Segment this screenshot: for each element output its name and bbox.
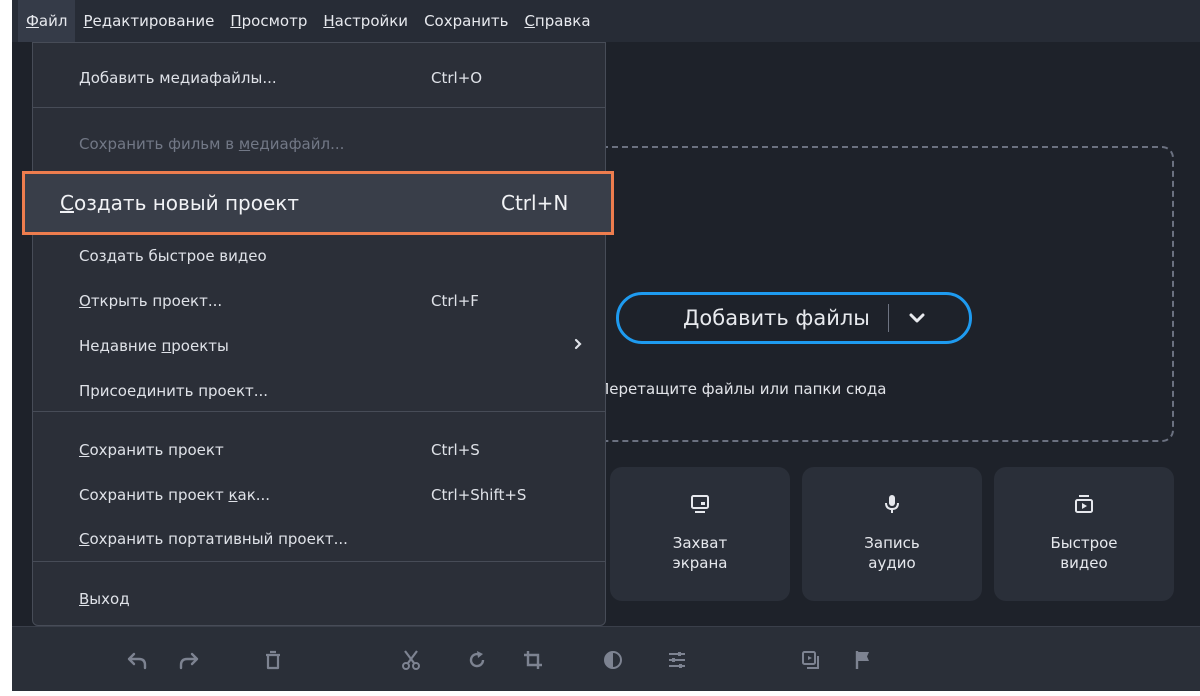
menu-file[interactable]: Файл <box>18 0 76 42</box>
menu-item-save-project-as[interactable]: Сохранить проект как... Ctrl+Shift+S <box>33 476 605 516</box>
menu-separator <box>33 561 605 562</box>
audio-record-tile[interactable]: Запись аудио <box>802 467 982 601</box>
quick-video-tile[interactable]: Быстрое видео <box>994 467 1174 601</box>
marker-flag-icon[interactable] <box>850 647 876 673</box>
tile-label: Захват экрана <box>672 534 728 572</box>
screen-capture-tile[interactable]: Захват экрана <box>610 467 790 601</box>
menu-item-save-portable[interactable]: Сохранить портативный проект... <box>33 520 605 560</box>
app-window: Файл Редактирование Просмотр Настройки С… <box>12 0 1200 691</box>
undo-icon[interactable] <box>124 647 150 673</box>
menu-help[interactable]: Справка <box>516 0 598 42</box>
menu-item-quick-video[interactable]: Создать быстрое видео <box>33 237 605 277</box>
menu-item-save-project[interactable]: Сохранить проект Ctrl+S <box>33 431 605 471</box>
menu-item-recent-projects[interactable]: Недавние проекты <box>33 327 605 367</box>
crop-icon[interactable] <box>520 647 546 673</box>
menu-item-add-media[interactable]: Добавить медиафайлы... Ctrl+O <box>33 59 605 99</box>
menu-item-exit[interactable]: Выход <box>33 580 605 620</box>
quick-video-icon <box>1073 491 1095 517</box>
add-files-label: Добавить файлы <box>683 306 870 330</box>
menu-edit[interactable]: Редактирование <box>75 0 222 42</box>
file-menu-dropdown: Добавить медиафайлы... Ctrl+O Сохранить … <box>32 42 606 626</box>
menu-separator <box>33 411 605 412</box>
drop-hint: Перетащите файлы или папки сюда <box>598 380 887 398</box>
menu-separator <box>33 107 605 108</box>
menu-settings[interactable]: Настройки <box>315 0 416 42</box>
delete-icon[interactable] <box>260 647 286 673</box>
redo-icon[interactable] <box>176 647 202 673</box>
chevron-down-icon <box>909 313 925 323</box>
timeline-toolbar <box>12 626 1200 691</box>
rotate-icon[interactable] <box>464 647 490 673</box>
tile-label: Запись аудио <box>864 534 920 572</box>
submenu-arrow-icon <box>573 336 583 355</box>
menu-save[interactable]: Сохранить <box>416 0 516 42</box>
menu-item-save-movie: Сохранить фильм в медиафайл... <box>79 135 345 153</box>
menu-item-new-project[interactable]: Создать новый проект Ctrl+N <box>22 171 614 235</box>
overlay-icon[interactable] <box>798 647 824 673</box>
monitor-icon <box>689 491 711 517</box>
settings-sliders-icon[interactable] <box>664 647 690 673</box>
cut-icon[interactable] <box>398 647 424 673</box>
menu-item-open-project[interactable]: Открыть проект... Ctrl+F <box>33 282 605 322</box>
menu-view[interactable]: Просмотр <box>222 0 315 42</box>
add-files-dropdown[interactable] <box>889 312 945 324</box>
tile-label: Быстрое видео <box>1050 534 1118 572</box>
menubar: Файл Редактирование Просмотр Настройки С… <box>12 0 1200 42</box>
add-files-button[interactable]: Добавить файлы <box>616 292 972 344</box>
menu-item-join-project[interactable]: Присоединить проект... <box>33 372 605 412</box>
color-adjust-icon[interactable] <box>600 647 626 673</box>
microphone-icon <box>881 491 903 517</box>
